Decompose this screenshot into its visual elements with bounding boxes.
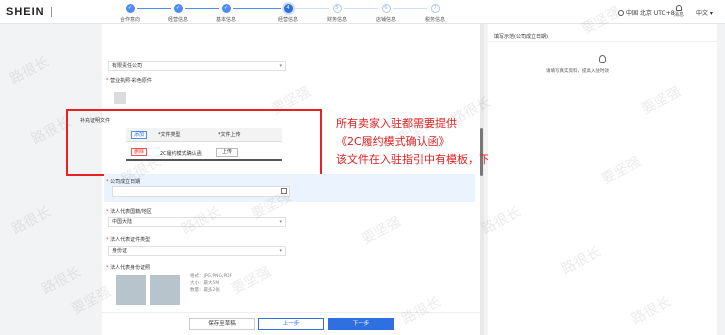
bell-icon	[676, 5, 682, 11]
calendar-icon[interactable]	[281, 188, 287, 194]
step-label: 财务信息	[326, 17, 347, 23]
check-icon: ✓	[221, 4, 231, 13]
legal-region-value: 中国大陆	[112, 219, 133, 225]
notification-button[interactable]: 消息	[672, 5, 686, 18]
step-number: 6	[381, 4, 391, 13]
panel-divider	[488, 41, 717, 42]
legal-id-type-label: * 法人代表证件类型	[106, 237, 151, 243]
chevron-down-icon: ▾	[279, 63, 282, 69]
shein-logo[interactable]: SHEIN	[6, 6, 45, 18]
photo-count-hint: 数量：最多2张	[190, 288, 220, 293]
language-selector[interactable]: 中文 ▾	[696, 8, 713, 17]
legal-region-select[interactable]: 中国大陆 ▾	[108, 217, 286, 227]
globe-icon	[618, 10, 624, 16]
legal-id-type-select[interactable]: 身份证 ▾	[108, 246, 286, 256]
step-label: 合作意向	[119, 17, 140, 23]
photo-size-hint: 大小：最大5M	[190, 281, 220, 286]
annotation-highlight-box	[66, 109, 322, 176]
example-panel-title: 填写示范(公司成立日期)	[494, 34, 548, 40]
step-label: 经营信息	[167, 17, 188, 23]
prev-step-button[interactable]: 上一步	[258, 318, 324, 330]
chevron-down-icon: ▾	[279, 248, 282, 254]
step-1[interactable]: ✓ 合作意向	[108, 4, 152, 23]
watermark: 路很长	[9, 203, 54, 238]
legal-id-type-value: 身份证	[112, 248, 128, 254]
step-6[interactable]: 6 店铺信息	[364, 4, 408, 23]
annotation-line-2: 《2C履约模式确认函》	[336, 135, 450, 148]
legal-region-label: * 法人代表国籍/地区	[106, 209, 152, 215]
language-label: 中文	[696, 10, 709, 17]
notification-label: 消息	[673, 12, 684, 18]
step-number: 7	[430, 4, 440, 13]
scrollbar-track[interactable]	[480, 24, 484, 335]
example-panel-hint: 请填写真实资料，提高入驻时效	[546, 69, 609, 74]
id-front-thumbnail[interactable]	[116, 275, 146, 305]
check-icon: ✓	[173, 4, 183, 13]
logo-divider	[51, 7, 52, 17]
id-back-thumbnail[interactable]	[150, 275, 180, 305]
step-label: 店铺信息	[375, 17, 396, 23]
timezone-selector[interactable]: 中国 北京 UTC+8	[618, 8, 675, 17]
step-number: 5	[332, 4, 342, 13]
save-draft-button[interactable]: 保存至草稿	[189, 318, 255, 330]
step-label: 基本信息	[215, 17, 236, 23]
step-number: 4	[283, 4, 293, 13]
legal-id-photo-label: * 法人代表身份证照	[106, 265, 151, 271]
annotation-line-1: 所有卖家入驻都需要提供	[336, 117, 457, 130]
next-step-button[interactable]: 下一步	[328, 318, 394, 330]
step-label: 税务信息	[424, 17, 445, 23]
chevron-down-icon: ▾	[279, 219, 282, 225]
step-label: 经营信息	[277, 17, 298, 23]
lightbulb-icon	[599, 55, 606, 63]
step-7[interactable]: 7 税务信息	[413, 4, 457, 23]
watermark: 路很长	[7, 53, 52, 88]
watermark: 路很长	[39, 263, 84, 298]
company-type-select[interactable]: 有限责任公司 ▾	[108, 61, 286, 71]
photo-format-hint: 格式：JPG,PNG,PDF	[190, 274, 233, 279]
establish-date-input[interactable]	[112, 186, 290, 197]
step-4[interactable]: 4 经营信息	[266, 4, 310, 23]
check-icon: ✓	[125, 4, 135, 13]
step-3[interactable]: ✓ 基本信息	[204, 4, 248, 23]
license-label: * 营业执照-彩色原件	[106, 78, 152, 84]
company-type-value: 有限责任公司	[112, 63, 143, 69]
establish-date-label: * 公司成立日期	[106, 179, 141, 185]
license-thumbnail[interactable]	[114, 92, 126, 104]
step-5[interactable]: 5 财务信息	[315, 4, 359, 23]
step-2[interactable]: ✓ 经营信息	[156, 4, 200, 23]
timezone-label: 中国 北京 UTC+8	[626, 10, 675, 17]
